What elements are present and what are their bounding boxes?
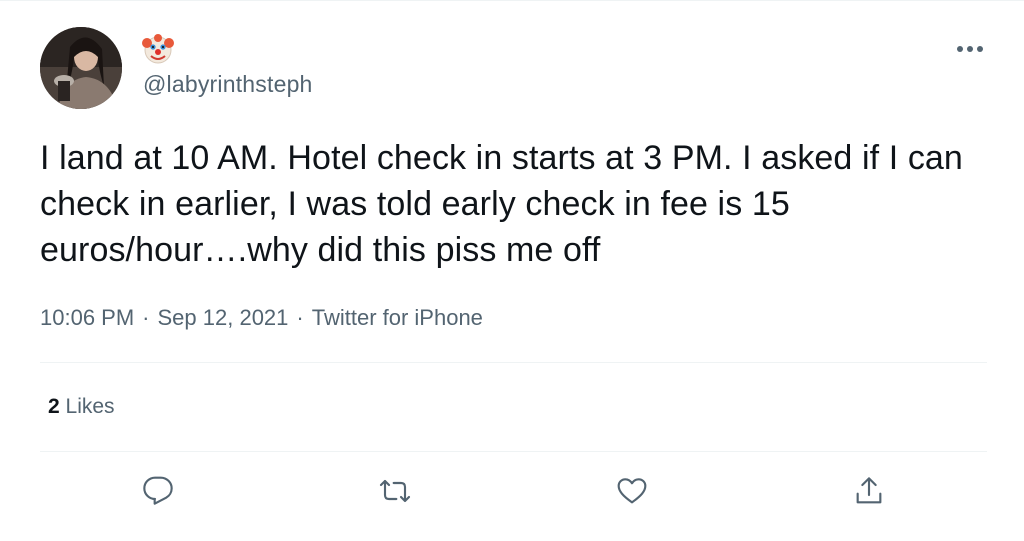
author-handle[interactable]: @labyrinthsteph [143,71,313,98]
reply-button[interactable] [136,469,180,513]
tweet-time[interactable]: 10:06 PM [40,305,134,331]
meta-separator: · [296,305,304,330]
meta-separator: · [142,305,150,330]
share-icon [856,477,882,504]
avatar[interactable] [40,27,122,109]
more-icon[interactable] [950,31,990,67]
reply-icon [143,476,174,505]
share-button[interactable] [847,469,891,513]
likes-stat[interactable]: 2 Likes [48,395,115,419]
retweet-button[interactable] [373,469,417,513]
retweet-icon [380,479,411,503]
tweet-card: @labyrinthsteph I land at 10 AM. Hotel c… [0,0,1024,541]
action-bar [40,453,987,529]
heart-icon [617,478,647,504]
tweet-meta: 10:06 PM · Sep 12, 2021 · Twitter for iP… [40,305,483,331]
tweet-text: I land at 10 AM. Hotel check in starts a… [40,139,973,269]
like-button[interactable] [610,469,654,513]
tweet-source[interactable]: Twitter for iPhone [312,305,483,331]
clown-emoji-icon[interactable] [141,31,175,65]
divider [40,451,987,452]
likes-label: Likes [65,395,115,418]
tweet-date[interactable]: Sep 12, 2021 [158,305,289,331]
divider [40,362,987,363]
likes-count: 2 [48,395,60,418]
